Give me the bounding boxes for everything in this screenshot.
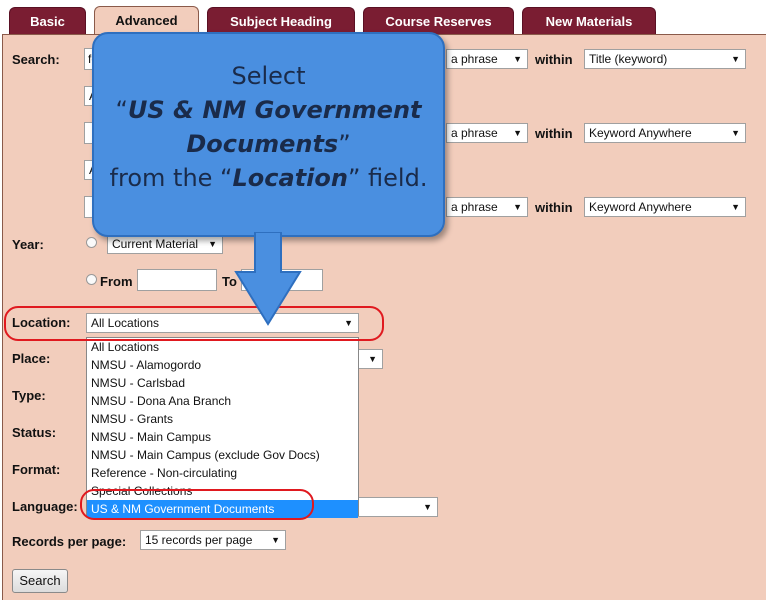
status-label: Status: [12, 425, 57, 440]
search-label: Search: [12, 52, 60, 67]
search-mode-value-3: a phrase [451, 200, 498, 214]
tab-basic[interactable]: Basic [9, 7, 86, 35]
location-option[interactable]: NMSU - Main Campus [87, 428, 358, 446]
location-highlight-ring [4, 306, 384, 341]
search-field-value-2: Keyword Anywhere [589, 126, 692, 140]
tab-bar: Basic Advanced Subject Heading Course Re… [0, 0, 766, 36]
search-mode-select-2[interactable]: a phrase ▼ [446, 123, 528, 143]
search-mode-select-1[interactable]: a phrase ▼ [446, 49, 528, 69]
callout-text-c: field. [360, 164, 428, 192]
callout-emph-2: Documents [186, 130, 339, 158]
place-label: Place: [12, 351, 51, 366]
option-highlight-ring [80, 489, 314, 520]
type-label: Type: [12, 388, 46, 403]
callout-line-4: from the “Location” field. [109, 164, 428, 192]
search-field-select-1[interactable]: Title (keyword) ▼ [584, 49, 746, 69]
year-current-radio[interactable] [86, 237, 97, 248]
year-select[interactable]: Current Material ▼ [107, 234, 223, 254]
chevron-down-icon: ▼ [513, 54, 522, 64]
callout-line-3: Documents” [186, 130, 351, 158]
within-label-3: within [535, 200, 573, 215]
location-option[interactable]: Reference - Non-circulating [87, 464, 358, 482]
chevron-down-icon: ▼ [368, 354, 377, 364]
year-from-input[interactable] [137, 269, 217, 291]
search-field-value-3: Keyword Anywhere [589, 200, 692, 214]
search-mode-select-3[interactable]: a phrase ▼ [446, 197, 528, 217]
callout-line-1: Select [231, 62, 306, 90]
location-option[interactable]: NMSU - Grants [87, 410, 358, 428]
search-mode-value-2: a phrase [451, 126, 498, 140]
search-field-value-1: Title (keyword) [589, 52, 668, 66]
language-label: Language: [12, 499, 78, 514]
tab-new-materials[interactable]: New Materials [522, 7, 656, 35]
chevron-down-icon: ▼ [423, 502, 432, 512]
chevron-down-icon: ▼ [513, 202, 522, 212]
records-per-page-select[interactable]: 15 records per page ▼ [140, 530, 286, 550]
location-option[interactable]: NMSU - Carlsbad [87, 374, 358, 392]
location-option[interactable]: NMSU - Alamogordo [87, 356, 358, 374]
location-option[interactable]: NMSU - Dona Ana Branch [87, 392, 358, 410]
chevron-down-icon: ▼ [731, 128, 740, 138]
year-range-radio[interactable] [86, 274, 97, 285]
search-button[interactable]: Search [12, 569, 68, 593]
callout-emph-3: Location [232, 164, 348, 192]
within-label-1: within [535, 52, 573, 67]
chevron-down-icon: ▼ [271, 535, 280, 545]
chevron-down-icon: ▼ [731, 54, 740, 64]
search-mode-value-1: a phrase [451, 52, 498, 66]
year-select-value: Current Material [112, 237, 199, 251]
records-per-page-label: Records per page: [12, 534, 127, 549]
year-label: Year: [12, 237, 44, 252]
callout-emph-1: US & NM Government [127, 96, 422, 124]
callout-arrow-icon [234, 232, 302, 326]
chevron-down-icon: ▼ [731, 202, 740, 212]
chevron-down-icon: ▼ [513, 128, 522, 138]
location-option[interactable]: NMSU - Main Campus (exclude Gov Docs) [87, 446, 358, 464]
records-per-page-value: 15 records per page [145, 533, 253, 547]
chevron-down-icon: ▼ [208, 239, 217, 249]
tab-subject-heading[interactable]: Subject Heading [207, 7, 355, 35]
from-label: From [100, 274, 133, 289]
search-field-select-2[interactable]: Keyword Anywhere ▼ [584, 123, 746, 143]
tab-course-reserves[interactable]: Course Reserves [363, 7, 514, 35]
format-label: Format: [12, 462, 61, 477]
callout-text-a: from the [109, 164, 221, 192]
instruction-callout: Select “US & NM Government Documents” fr… [92, 32, 445, 237]
callout-line-2: “US & NM Government [115, 96, 422, 124]
search-field-select-3[interactable]: Keyword Anywhere ▼ [584, 197, 746, 217]
within-label-2: within [535, 126, 573, 141]
